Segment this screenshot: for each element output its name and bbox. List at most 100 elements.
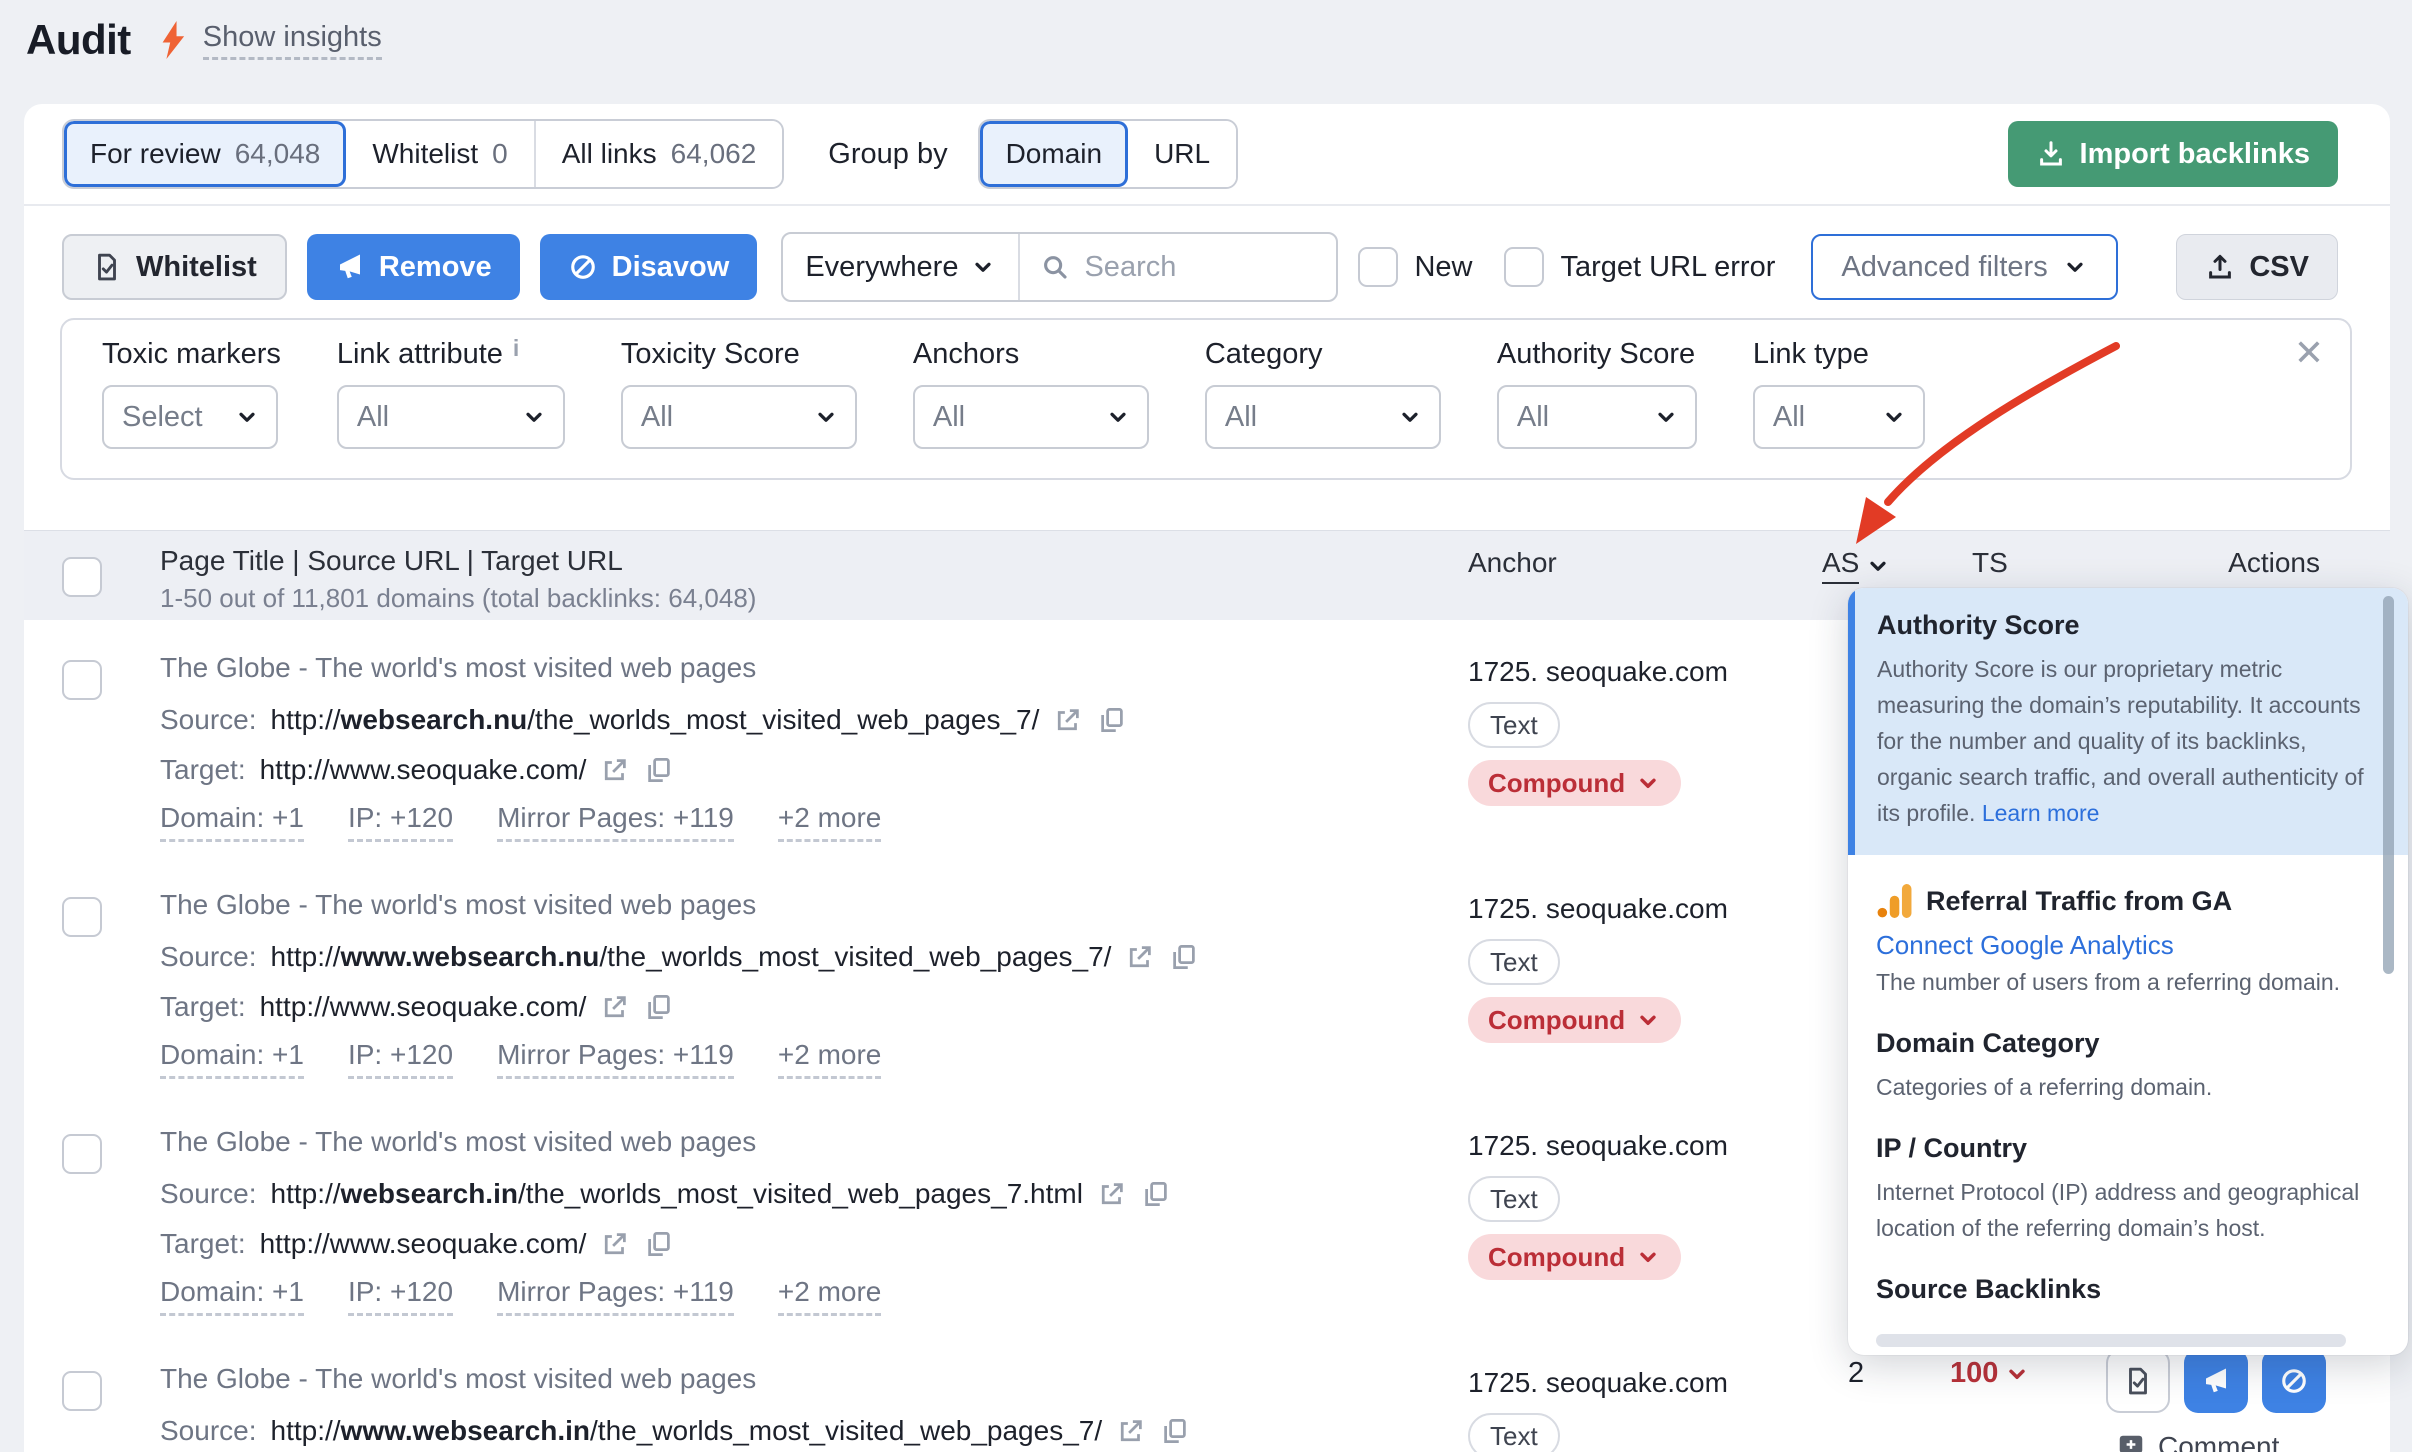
filter-anchors-select[interactable]: All bbox=[913, 385, 1149, 449]
external-link-icon[interactable] bbox=[600, 755, 630, 785]
toxic-marker-badge[interactable]: Compound bbox=[1468, 760, 1681, 806]
marker-ip[interactable]: IP: +120 bbox=[348, 802, 453, 842]
external-link-icon[interactable] bbox=[600, 992, 630, 1022]
show-insights-link[interactable]: Show insights bbox=[203, 21, 382, 60]
tooltip-referral-title: Referral Traffic from GA bbox=[1926, 886, 2232, 917]
select-all-checkbox[interactable] bbox=[62, 557, 102, 597]
anchor-text: 1725. seoquake.com bbox=[1468, 1130, 1728, 1162]
filter-anchors: Anchors All bbox=[913, 338, 1149, 478]
page-title: Audit bbox=[26, 16, 131, 64]
column-header-as-label: AS bbox=[1822, 547, 1859, 584]
chevron-down-icon bbox=[1635, 770, 1661, 796]
tab-for-review[interactable]: For review 64,048 bbox=[64, 121, 346, 187]
filter-authority-score-select[interactable]: All bbox=[1497, 385, 1697, 449]
row-disavow-button[interactable] bbox=[2262, 1349, 2326, 1413]
copy-icon[interactable] bbox=[644, 755, 674, 785]
column-header-as[interactable]: AS bbox=[1822, 547, 1891, 584]
row-whitelist-button[interactable] bbox=[2106, 1349, 2170, 1413]
group-by-url[interactable]: URL bbox=[1128, 121, 1236, 187]
group-by-label: Group by bbox=[828, 138, 947, 171]
filter-toxicity-score-select[interactable]: All bbox=[621, 385, 857, 449]
new-checkbox[interactable] bbox=[1358, 247, 1398, 287]
filter-link-attribute-value: All bbox=[357, 401, 389, 434]
marker-more[interactable]: +2 more bbox=[778, 802, 882, 842]
chevron-down-icon bbox=[970, 254, 996, 280]
chevron-down-icon bbox=[1397, 404, 1423, 430]
comment-button[interactable]: Comment bbox=[2116, 1431, 2279, 1452]
tab-all-links[interactable]: All links 64,062 bbox=[534, 121, 783, 187]
link-type-badge: Text bbox=[1468, 1176, 1560, 1222]
row-actions bbox=[2106, 1349, 2326, 1413]
table-pagination-summary: 1-50 out of 11,801 domains (total backli… bbox=[160, 583, 756, 614]
chevron-down-icon bbox=[1881, 404, 1907, 430]
search-input[interactable] bbox=[1082, 250, 1316, 285]
copy-icon[interactable] bbox=[1160, 1416, 1190, 1446]
toolbar-row: Whitelist Remove Disavow Everywhere bbox=[24, 232, 2390, 302]
info-icon[interactable]: i bbox=[513, 338, 519, 358]
filter-toxic-markers-select[interactable]: Select bbox=[102, 385, 278, 449]
filter-link-attribute-select[interactable]: All bbox=[337, 385, 565, 449]
anchor-text: 1725. seoquake.com bbox=[1468, 893, 1728, 925]
ts-value[interactable]: 100 bbox=[1950, 1357, 2030, 1390]
close-filters-icon[interactable]: ✕ bbox=[2294, 332, 2324, 374]
csv-export-button[interactable]: CSV bbox=[2176, 234, 2338, 300]
row-checkbox[interactable] bbox=[62, 1134, 102, 1174]
toxic-marker-badge[interactable]: Compound bbox=[1468, 1234, 1681, 1280]
search-scope-dropdown[interactable]: Everywhere bbox=[783, 234, 1018, 300]
learn-more-link[interactable]: Learn more bbox=[1982, 800, 2100, 826]
copy-icon[interactable] bbox=[1169, 942, 1199, 972]
source-url-line: Source: http://websearch.nu/the_worlds_m… bbox=[160, 704, 1127, 736]
marker-more[interactable]: +2 more bbox=[778, 1276, 882, 1316]
external-link-icon[interactable] bbox=[1116, 1416, 1146, 1446]
row-checkbox[interactable] bbox=[62, 897, 102, 937]
toxic-marker-badge[interactable]: Compound bbox=[1468, 997, 1681, 1043]
connect-google-analytics-link[interactable]: Connect Google Analytics bbox=[1876, 930, 2174, 960]
copy-icon[interactable] bbox=[1097, 705, 1127, 735]
external-link-icon[interactable] bbox=[1125, 942, 1155, 972]
group-by-url-label: URL bbox=[1154, 138, 1210, 170]
external-link-icon[interactable] bbox=[1053, 705, 1083, 735]
copy-icon[interactable] bbox=[644, 1229, 674, 1259]
tab-all-links-count: 64,062 bbox=[671, 138, 757, 170]
marker-more[interactable]: +2 more bbox=[778, 1039, 882, 1079]
group-by-domain[interactable]: Domain bbox=[980, 121, 1128, 187]
advanced-filters-button[interactable]: Advanced filters bbox=[1811, 234, 2117, 300]
external-link-icon[interactable] bbox=[1097, 1179, 1127, 1209]
disavow-button[interactable]: Disavow bbox=[540, 234, 758, 300]
tooltip-scrollbar[interactable] bbox=[2383, 596, 2394, 974]
filter-link-type-select[interactable]: All bbox=[1753, 385, 1925, 449]
row-page-title: The Globe - The world's most visited web… bbox=[160, 889, 756, 921]
megaphone-icon bbox=[335, 252, 365, 282]
filter-authority-score: Authority Score All bbox=[1497, 338, 1697, 478]
advanced-filters-label: Advanced filters bbox=[1841, 251, 2047, 284]
copy-icon[interactable] bbox=[1141, 1179, 1171, 1209]
tab-for-review-label: For review bbox=[90, 138, 221, 170]
tooltip-domain-category-section: Domain Category Categories of a referrin… bbox=[1848, 1028, 2408, 1105]
filter-authority-score-value: All bbox=[1517, 401, 1549, 434]
tooltip-source-backlinks-section: Source Backlinks bbox=[1848, 1274, 2408, 1305]
import-backlinks-button[interactable]: Import backlinks bbox=[2008, 121, 2338, 187]
marker-domain[interactable]: Domain: +1 bbox=[160, 802, 304, 842]
remove-button[interactable]: Remove bbox=[307, 234, 520, 300]
row-remove-button[interactable] bbox=[2184, 1349, 2248, 1413]
chevron-down-icon bbox=[2062, 254, 2088, 280]
copy-icon[interactable] bbox=[644, 992, 674, 1022]
tab-whitelist[interactable]: Whitelist 0 bbox=[346, 121, 533, 187]
marker-domain[interactable]: Domain: +1 bbox=[160, 1039, 304, 1079]
tabs-row: For review 64,048 Whitelist 0 All links … bbox=[24, 104, 2390, 206]
marker-mirror-pages[interactable]: Mirror Pages: +119 bbox=[497, 802, 734, 842]
marker-domain[interactable]: Domain: +1 bbox=[160, 1276, 304, 1316]
marker-mirror-pages[interactable]: Mirror Pages: +119 bbox=[497, 1039, 734, 1079]
import-backlinks-label: Import backlinks bbox=[2080, 138, 2310, 171]
tab-whitelist-count: 0 bbox=[492, 138, 508, 170]
target-url-error-checkbox[interactable] bbox=[1504, 247, 1544, 287]
search-scope-value: Everywhere bbox=[805, 251, 958, 284]
row-checkbox[interactable] bbox=[62, 1371, 102, 1411]
marker-ip[interactable]: IP: +120 bbox=[348, 1039, 453, 1079]
marker-mirror-pages[interactable]: Mirror Pages: +119 bbox=[497, 1276, 734, 1316]
filter-category-select[interactable]: All bbox=[1205, 385, 1441, 449]
whitelist-button[interactable]: Whitelist bbox=[62, 234, 287, 300]
row-checkbox[interactable] bbox=[62, 660, 102, 700]
marker-ip[interactable]: IP: +120 bbox=[348, 1276, 453, 1316]
external-link-icon[interactable] bbox=[600, 1229, 630, 1259]
